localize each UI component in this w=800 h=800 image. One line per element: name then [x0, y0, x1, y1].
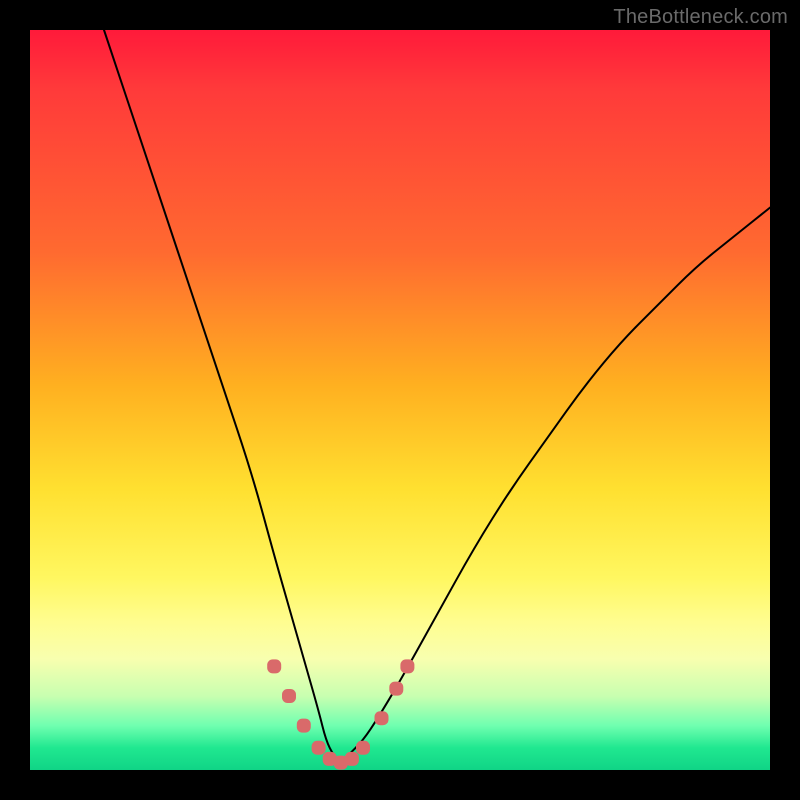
highlight-dot — [375, 711, 389, 725]
watermark-text: TheBottleneck.com — [613, 6, 788, 29]
bottleneck-curve — [104, 30, 770, 761]
highlight-dot — [297, 719, 311, 733]
highlight-dot — [267, 659, 281, 673]
highlight-dot — [400, 659, 414, 673]
highlight-dot — [389, 682, 403, 696]
highlight-dot — [282, 689, 296, 703]
curve-layer — [30, 30, 770, 770]
highlight-dot — [345, 752, 359, 766]
highlight-dot — [356, 741, 370, 755]
highlight-dot — [312, 741, 326, 755]
plot-area — [30, 30, 770, 770]
chart-container: TheBottleneck.com — [0, 0, 800, 800]
highlight-dots — [267, 659, 414, 769]
